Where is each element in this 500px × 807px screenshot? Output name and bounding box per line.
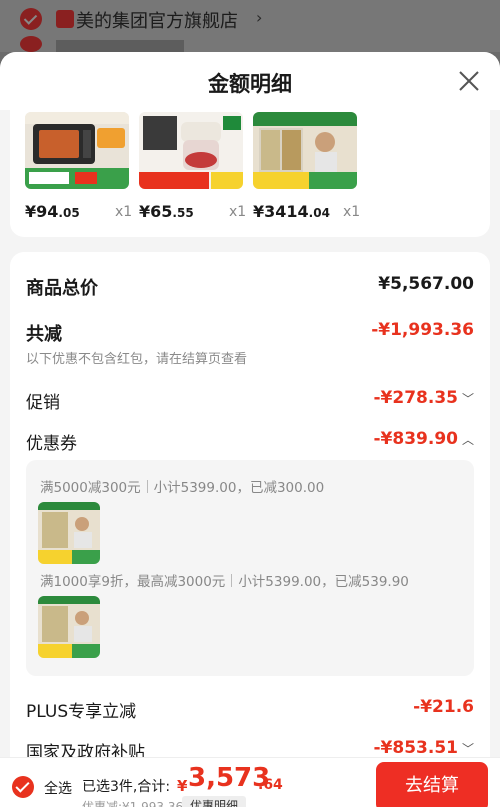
sheet-title: 金额明细 bbox=[208, 72, 292, 96]
coupon-rule-line: 满5000减300元 小计5399.00，已减300.00 bbox=[40, 480, 325, 496]
coupon-product-thumb bbox=[38, 596, 100, 658]
total-reduce-label: 共减 bbox=[26, 324, 62, 345]
chevron-up-icon[interactable]: ︿ bbox=[462, 433, 474, 447]
discount-summary: 优惠减:¥1,993.36 bbox=[82, 800, 184, 807]
check-icon[interactable] bbox=[12, 776, 34, 798]
coupon-detail-box: 满5000减300元 小计5399.00，已减300.00 满1000享9折，最高… bbox=[26, 460, 474, 676]
select-all-label[interactable]: 全选 bbox=[44, 778, 72, 798]
product-image-oven bbox=[25, 112, 129, 189]
product-list-card: ¥94.05 x1 ¥65.55 x1 ¥3414.04 x1 bbox=[10, 92, 490, 237]
discount-detail-button[interactable]: 优惠明细 bbox=[182, 796, 247, 807]
product-item[interactable]: ¥94.05 x1 bbox=[25, 112, 135, 221]
chevron-down-icon[interactable]: ﹀ bbox=[462, 742, 474, 756]
store-name[interactable]: 美的集团官方旗舰店 bbox=[76, 7, 238, 33]
total-reduce-value: -¥1,993.36 bbox=[371, 320, 474, 340]
promotion-value: -¥278.35 ﹀ bbox=[373, 388, 474, 408]
total-price-label: 商品总价 bbox=[26, 278, 98, 299]
product-price: ¥65.55 bbox=[139, 202, 194, 221]
promotion-label: 促销 bbox=[26, 393, 60, 413]
total-currency: ¥ bbox=[177, 777, 188, 795]
store-check-icon[interactable] bbox=[20, 8, 42, 30]
product-item[interactable]: ¥65.55 x1 bbox=[139, 112, 249, 221]
amount-summary-card: 商品总价 ¥5,567.00 共减 -¥1,993.36 以下优惠不包含红包，请… bbox=[10, 252, 490, 807]
plus-discount-value: -¥21.6 bbox=[413, 697, 474, 717]
product-image-chopper bbox=[139, 112, 243, 189]
total-amount-decimal: .64 bbox=[258, 777, 283, 793]
sheet-header: 金额明细 bbox=[0, 52, 500, 110]
product-thumb-background bbox=[56, 40, 184, 52]
coupon-rule-line: 满1000享9折，最高减3000元 小计5399.00，已减539.90 bbox=[40, 574, 409, 590]
product-price: ¥94.05 bbox=[25, 202, 80, 221]
product-qty: x1 bbox=[115, 204, 133, 220]
checkout-button[interactable]: 去结算 bbox=[376, 762, 488, 807]
chevron-down-icon[interactable]: ﹀ bbox=[462, 392, 474, 406]
subsidy-value: -¥853.51 ﹀ bbox=[373, 738, 474, 758]
coupon-label: 优惠券 bbox=[26, 434, 77, 454]
coupon-product-thumb bbox=[38, 502, 100, 564]
plus-discount-label: PLUS专享立减 bbox=[26, 702, 137, 722]
product-qty: x1 bbox=[343, 204, 361, 220]
product-item[interactable]: ¥3414.04 x1 bbox=[253, 112, 363, 221]
product-image-fridge bbox=[253, 112, 357, 189]
divider bbox=[146, 480, 148, 493]
coupon-value: -¥839.90 ︿ bbox=[373, 429, 474, 449]
discount-note: 以下优惠不包含红包，请在结算页查看 bbox=[26, 352, 248, 367]
store-logo-icon bbox=[56, 10, 74, 28]
checkout-bar: 全选 已选3件,合计: ¥ 3,573 .64 优惠减:¥1,993.36 优惠… bbox=[0, 757, 500, 807]
store-header: 美的集团官方旗舰店 › bbox=[0, 0, 500, 52]
product-price: ¥3414.04 bbox=[253, 202, 330, 221]
close-icon[interactable] bbox=[456, 68, 482, 94]
divider bbox=[231, 574, 233, 587]
total-price-value: ¥5,567.00 bbox=[378, 274, 474, 294]
amount-detail-sheet: 金额明细 ¥94.05 x1 ¥65.55 x1 ¥3414.04 x1 商品总… bbox=[0, 52, 500, 807]
product-qty: x1 bbox=[229, 204, 247, 220]
chevron-right-icon: › bbox=[256, 8, 263, 27]
item-check-icon bbox=[20, 36, 42, 52]
selected-count: 已选3件,合计: bbox=[82, 779, 171, 795]
